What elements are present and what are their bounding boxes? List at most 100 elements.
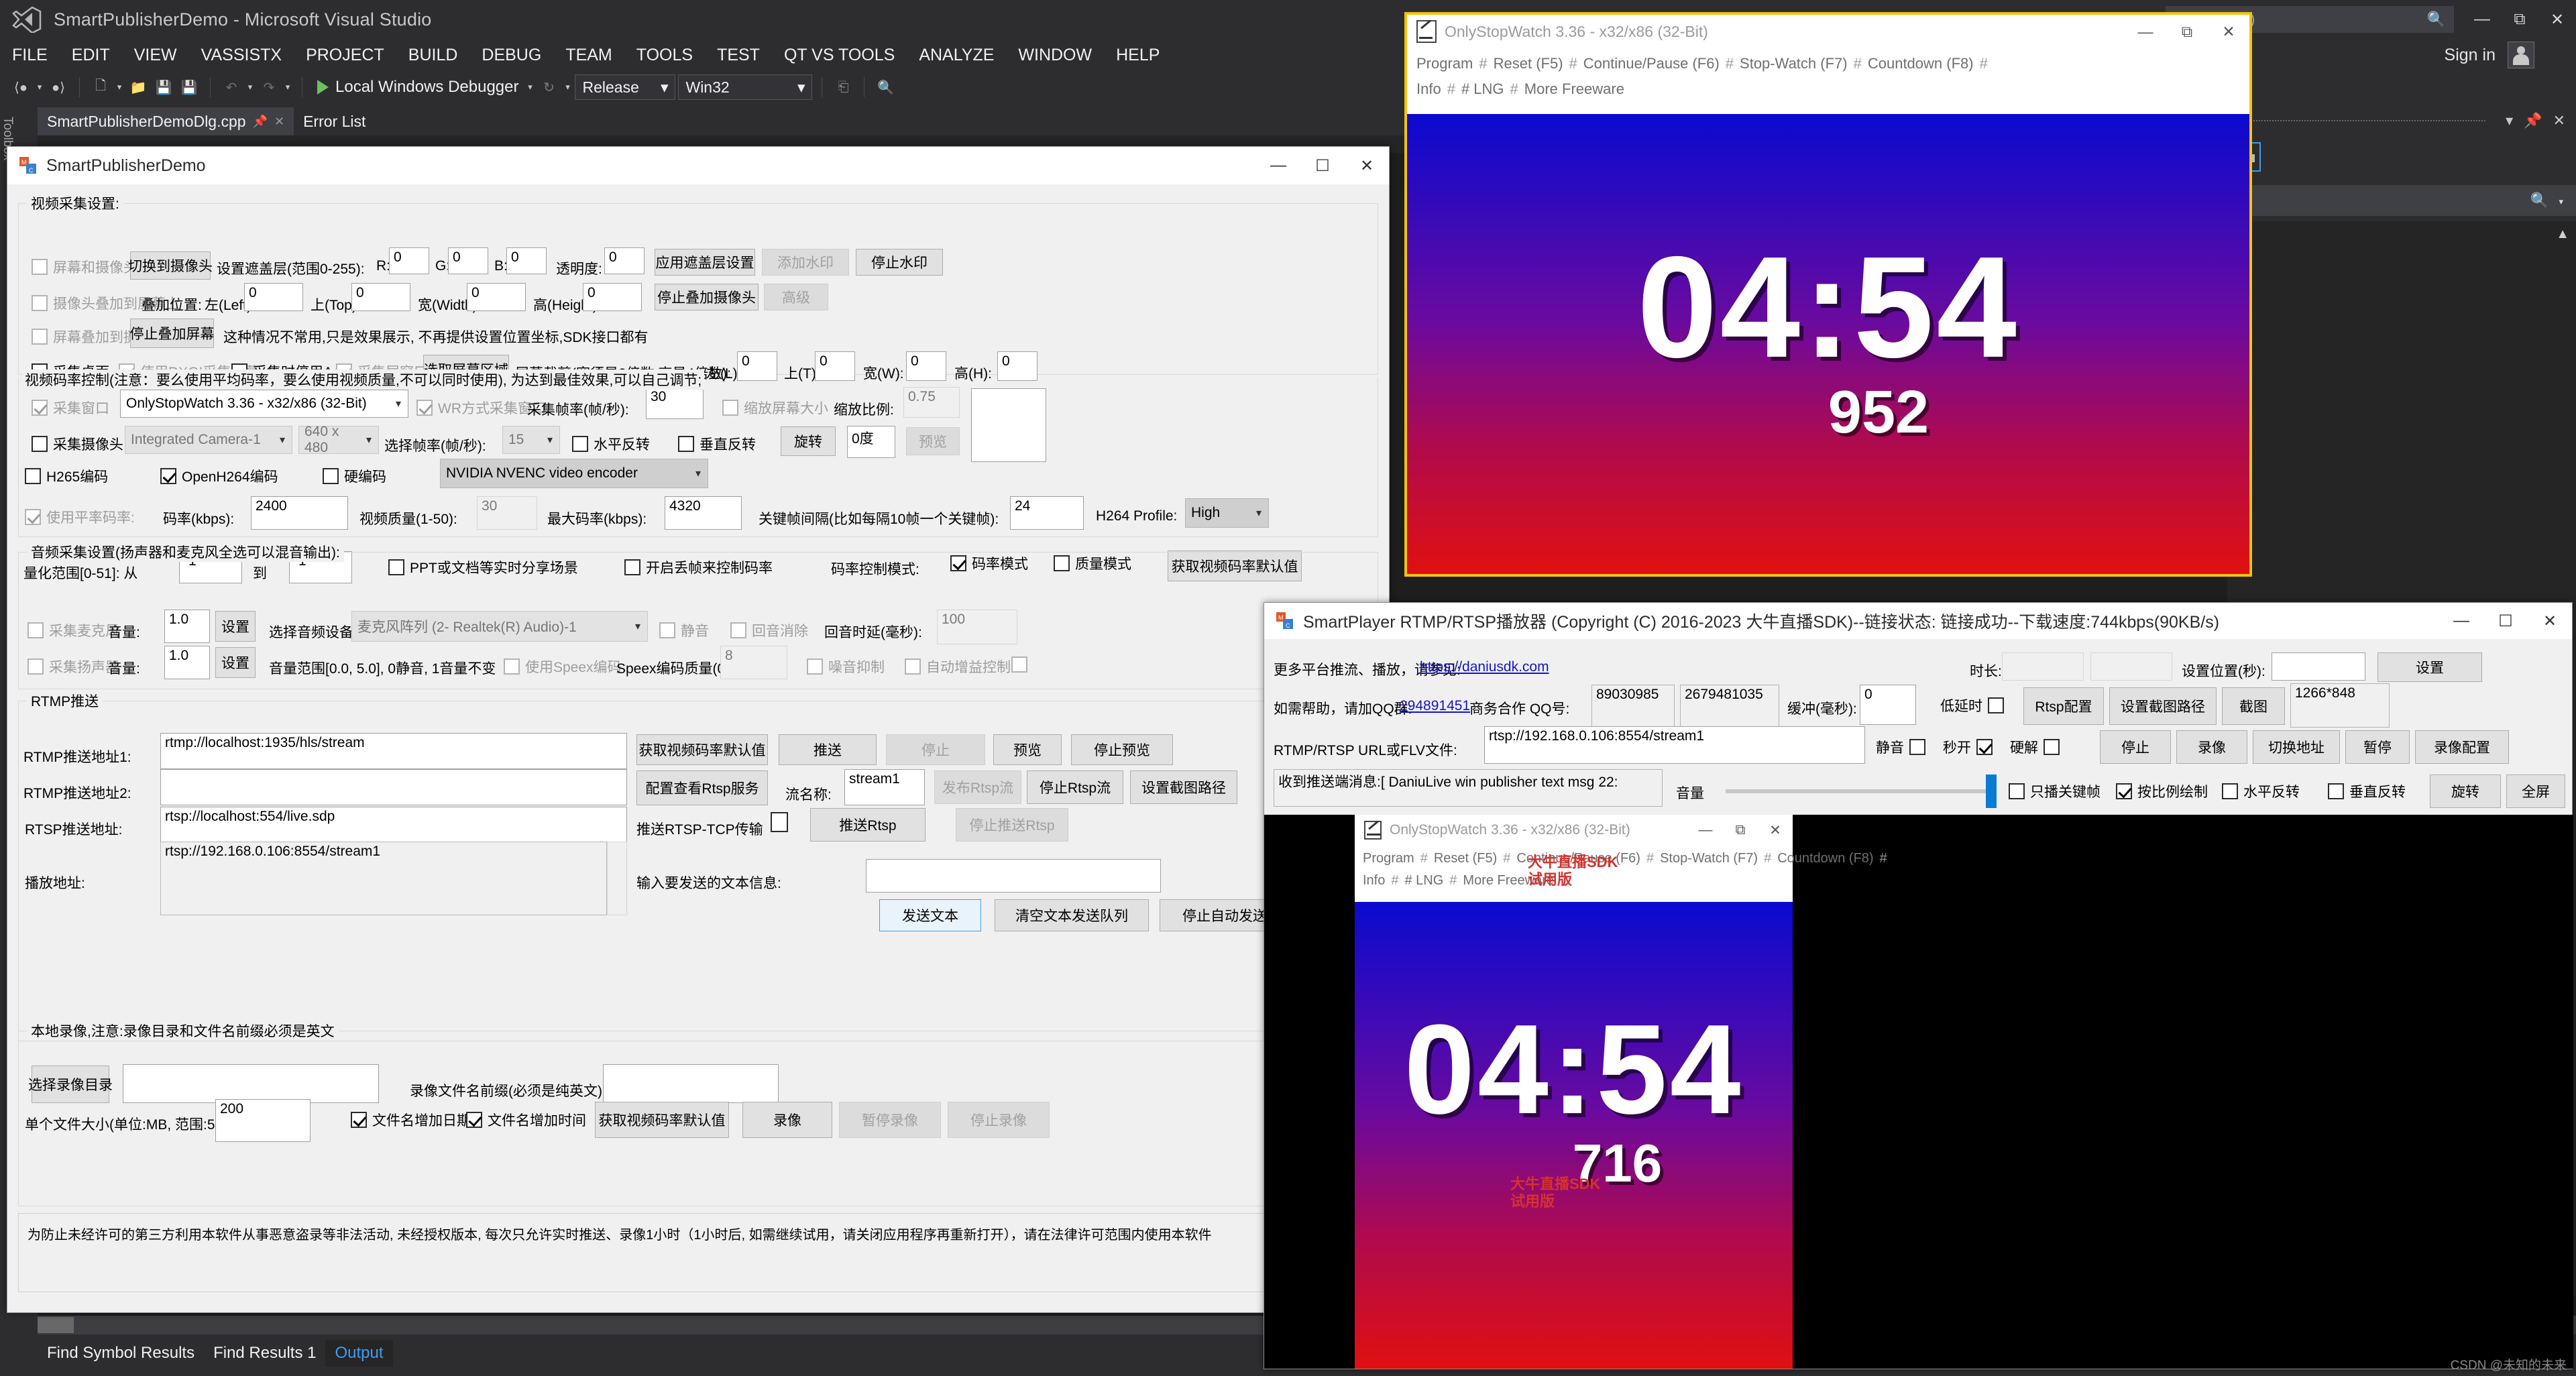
- menu-project[interactable]: PROJECT: [294, 39, 396, 71]
- menu-window[interactable]: WINDOW: [1006, 39, 1104, 71]
- chevron-down-icon[interactable]: ▾: [525, 82, 535, 93]
- close-icon[interactable]: ✕: [2553, 112, 2565, 129]
- navigate-backward-icon[interactable]: ⟨●: [9, 76, 32, 99]
- vs-restore-button[interactable]: ⧉: [2501, 0, 2538, 39]
- chk-audio-extra[interactable]: [1011, 656, 1033, 673]
- chk-capture-mic[interactable]: 采集麦克风: [27, 620, 119, 640]
- undo-icon[interactable]: ↶: [220, 76, 243, 99]
- input-received-message[interactable]: 收到推送端消息:[ DaniuLive win publisher text m…: [1274, 769, 1663, 807]
- input-duration-2[interactable]: [2090, 652, 2172, 681]
- combo-hardware-encoder[interactable]: NVIDIA NVENC video encoder▾: [440, 459, 708, 488]
- btn-set-speaker-volume[interactable]: 设置: [215, 647, 256, 678]
- refresh-icon[interactable]: ↻: [537, 76, 560, 99]
- menu-stop-watch[interactable]: Stop-Watch (F7): [1740, 55, 1848, 72]
- input-speex-quality[interactable]: 8: [720, 646, 787, 679]
- play-url-scrollbar[interactable]: [607, 842, 627, 915]
- menu-reset[interactable]: Reset (F5): [1494, 55, 1563, 72]
- menu-edit[interactable]: EDIT: [60, 39, 122, 71]
- minimize-button[interactable]: —: [1256, 147, 1300, 184]
- menu-countdown[interactable]: Countdown (F8): [1868, 55, 1974, 72]
- chevron-down-icon[interactable]: ▾: [245, 82, 255, 93]
- input-keyframe-interval[interactable]: 24: [1010, 496, 1084, 530]
- open-file-icon[interactable]: 📁: [127, 76, 150, 99]
- navigate-forward-icon[interactable]: ●⟩: [47, 76, 70, 99]
- chk-capture-speaker[interactable]: 采集扬声器: [27, 656, 119, 677]
- player-video-surface[interactable]: OnlyStopWatch 3.36 - x32/x86 (32-Bit) — …: [1264, 815, 2573, 1369]
- input-speaker-volume[interactable]: 1.0: [164, 646, 210, 679]
- menu-info[interactable]: Info: [1363, 873, 1385, 888]
- chevron-down-icon[interactable]: ▾: [283, 82, 292, 93]
- chevron-down-icon[interactable]: ▾: [2506, 112, 2513, 129]
- bottom-tab-find-results-1[interactable]: Find Results 1: [204, 1340, 325, 1367]
- sign-in-link[interactable]: Sign in: [2445, 39, 2496, 71]
- menu-tools[interactable]: TOOLS: [624, 39, 705, 71]
- input-overlay-top[interactable]: 0: [351, 283, 410, 311]
- scroll-up-icon[interactable]: ▲: [2556, 227, 2569, 242]
- link-daniusdk-site[interactable]: https://daniusdk.com: [1420, 659, 1549, 675]
- panel-drag-handle[interactable]: [2234, 120, 2485, 121]
- btn-stop-overlay-camera[interactable]: 停止叠加摄像头: [655, 284, 759, 310]
- close-button[interactable]: ✕: [2528, 602, 2572, 640]
- menu-lng[interactable]: # LNG: [1404, 873, 1443, 888]
- chk-average-bitrate[interactable]: 使用平率码率:: [25, 507, 135, 527]
- menu-help[interactable]: HELP: [1104, 39, 1172, 71]
- btn-preview-push[interactable]: 预览: [993, 734, 1062, 765]
- scrollbar-thumb[interactable]: [38, 1317, 74, 1333]
- close-icon[interactable]: ✕: [274, 115, 284, 129]
- panel-search-input[interactable]: 🔍 ▾: [2227, 185, 2576, 216]
- btn-add-watermark[interactable]: 添加水印: [762, 249, 849, 276]
- input-mask-r[interactable]: 0: [389, 247, 429, 274]
- chevron-down-icon[interactable]: ▾: [35, 82, 44, 93]
- minimize-button[interactable]: —: [2439, 602, 2483, 640]
- close-button[interactable]: ✕: [1345, 147, 1389, 184]
- input-video-quality[interactable]: 30: [477, 496, 537, 530]
- btn-snapshot[interactable]: 截图: [2222, 687, 2285, 725]
- input-buffer[interactable]: 0: [1860, 685, 1916, 725]
- input-bitrate[interactable]: 2400: [251, 496, 348, 530]
- btn-stop-rtsp-stream[interactable]: 停止Rtsp流: [1027, 770, 1123, 804]
- menu-test[interactable]: TEST: [705, 39, 772, 71]
- input-crop-height[interactable]: 0: [997, 351, 1038, 381]
- btn-send-text[interactable]: 发送文本: [879, 899, 981, 931]
- btn-switch-to-camera[interactable]: 切换到摄像头: [130, 251, 211, 280]
- input-mask-alpha[interactable]: 0: [604, 247, 645, 274]
- menu-analyze[interactable]: ANALYZE: [907, 39, 1006, 71]
- btn-get-default-bitrate-3[interactable]: 获取视频码率默认值: [595, 1102, 729, 1138]
- menu-countdown[interactable]: Countdown (F8): [1777, 851, 1873, 866]
- btn-player-rotate[interactable]: 旋转: [2430, 775, 2501, 808]
- chk-player-vflip[interactable]: 垂直反转: [2328, 781, 2406, 801]
- menu-program[interactable]: Program: [1416, 55, 1473, 72]
- redo-icon[interactable]: ↷: [258, 76, 280, 99]
- input-overlay-left[interactable]: 0: [244, 283, 303, 311]
- input-rtmp-url-1[interactable]: rtmp://localhost:1935/hls/stream: [160, 733, 627, 769]
- btn-publish-rtsp-stream[interactable]: 发布Rtsp流: [934, 770, 1021, 804]
- btn-stop-overlay-screen[interactable]: 停止叠加屏幕: [130, 319, 214, 348]
- combo-h264-profile[interactable]: High▾: [1185, 498, 1269, 528]
- chk-fast-open[interactable]: 秒开: [1943, 737, 1993, 757]
- input-echo-delay[interactable]: 100: [937, 610, 1017, 644]
- menu-file[interactable]: FILE: [0, 39, 60, 71]
- combo-audio-device[interactable]: 麦克风阵列 (2- Realtek(R) Audio)-1▾: [351, 611, 648, 642]
- chk-player-mute[interactable]: 静音: [1876, 737, 1925, 757]
- btn-rtsp-config[interactable]: Rtsp配置: [2023, 687, 2104, 725]
- tab-error-list[interactable]: Error List: [294, 107, 375, 135]
- pin-icon[interactable]: 📌: [253, 115, 268, 129]
- btn-switch-url[interactable]: 切换地址: [2253, 730, 2340, 764]
- close-button[interactable]: ✕: [2208, 15, 2249, 48]
- input-crop-left[interactable]: 0: [737, 351, 777, 381]
- btn-set-mic-volume[interactable]: 设置: [215, 611, 256, 642]
- btn-push[interactable]: 推送: [779, 734, 877, 765]
- menu-vassistx[interactable]: VASSISTX: [189, 39, 294, 71]
- btn-set-snapshot-path[interactable]: 设置截图路径: [2109, 687, 2217, 725]
- menu-qt-vs-tools[interactable]: QT VS TOOLS: [772, 39, 907, 71]
- btn-stop-watermark[interactable]: 停止水印: [856, 249, 943, 276]
- btn-stop-push[interactable]: 停止: [886, 734, 985, 765]
- chk-use-speex[interactable]: 使用Speex编码: [504, 656, 622, 677]
- chk-rtsp-tcp[interactable]: [771, 812, 788, 832]
- btn-player-pause[interactable]: 暂停: [2345, 730, 2410, 764]
- chk-echo-cancel[interactable]: 回音消除: [730, 620, 808, 640]
- input-mask-g[interactable]: 0: [448, 247, 488, 274]
- chk-openh264[interactable]: OpenH264编码: [160, 466, 278, 486]
- solution-configuration-combo[interactable]: Release▾: [575, 74, 675, 100]
- btn-config-rtsp-service[interactable]: 配置查看Rtsp服务: [636, 770, 768, 805]
